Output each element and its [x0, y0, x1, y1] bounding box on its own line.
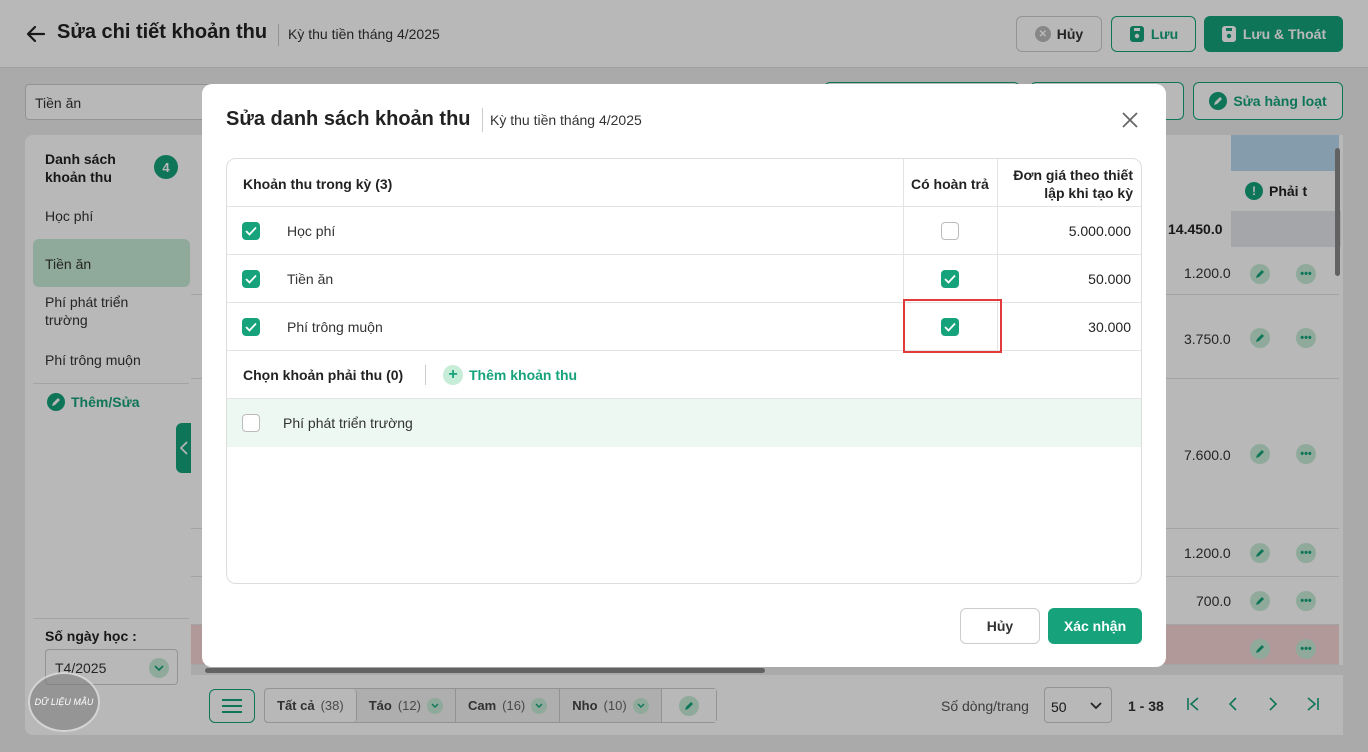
sample-data-watermark: DỮ LIỆU MẪU	[28, 672, 100, 732]
table-row[interactable]: Phí trông muộn 30.000	[227, 303, 1141, 351]
section-divider	[425, 365, 426, 385]
fee-checkbox[interactable]	[242, 222, 260, 240]
add-fee-label: Thêm khoản thu	[469, 367, 578, 383]
dialog-title-divider	[482, 108, 483, 132]
dialog-cancel-button[interactable]: Hủy	[960, 608, 1040, 644]
table-row[interactable]: Học phí 5.000.000	[227, 207, 1141, 255]
receivable-checkbox[interactable]	[242, 414, 260, 432]
fee-unit-price: 30.000	[1088, 319, 1131, 335]
fee-unit-price: 5.000.000	[1068, 223, 1131, 239]
column-divider	[903, 255, 904, 302]
close-icon[interactable]	[1120, 110, 1140, 130]
column-divider	[997, 207, 998, 254]
receivable-name: Phí phát triển trường	[283, 415, 413, 431]
column-divider	[903, 159, 904, 206]
dialog-title: Sửa danh sách khoản thu	[226, 108, 471, 130]
column-header-fee: Khoản thu trong kỳ (3)	[243, 176, 393, 192]
fee-checkbox[interactable]	[242, 318, 260, 336]
edit-fee-list-dialog: Sửa danh sách khoản thu Kỳ thu tiền thán…	[202, 84, 1166, 667]
column-divider	[997, 159, 998, 206]
section-title: Chọn khoản phải thu (0)	[243, 367, 404, 383]
dialog-confirm-button[interactable]: Xác nhận	[1048, 608, 1142, 644]
fee-checkbox[interactable]	[242, 270, 260, 288]
refund-checkbox[interactable]	[941, 270, 959, 288]
fee-unit-price: 50.000	[1088, 271, 1131, 287]
table-row[interactable]: Tiền ăn 50.000	[227, 255, 1141, 303]
refund-checkbox[interactable]	[941, 222, 959, 240]
fee-name: Học phí	[287, 223, 336, 239]
table-header-row: Khoản thu trong kỳ (3) Có hoàn trả Đơn g…	[227, 159, 1141, 207]
add-fee-button[interactable]: + Thêm khoản thu	[443, 365, 577, 385]
column-divider	[903, 207, 904, 254]
receivables-section-header: Chọn khoản phải thu (0) + Thêm khoản thu	[227, 351, 1141, 399]
list-item[interactable]: Phí phát triển trường	[227, 399, 1141, 447]
fee-name: Tiền ăn	[287, 271, 334, 287]
fee-name: Phí trông muộn	[287, 319, 383, 335]
column-divider	[997, 255, 998, 302]
dialog-subtitle: Kỳ thu tiền tháng 4/2025	[490, 112, 642, 128]
refund-highlight-annotation	[903, 299, 1002, 353]
column-header-refund: Có hoàn trả	[911, 176, 989, 192]
column-header-unit-price: Đơn giá theo thiết lập khi tạo kỳ	[1013, 167, 1133, 201]
plus-icon: +	[443, 365, 463, 385]
fee-table: Khoản thu trong kỳ (3) Có hoàn trả Đơn g…	[226, 158, 1142, 584]
